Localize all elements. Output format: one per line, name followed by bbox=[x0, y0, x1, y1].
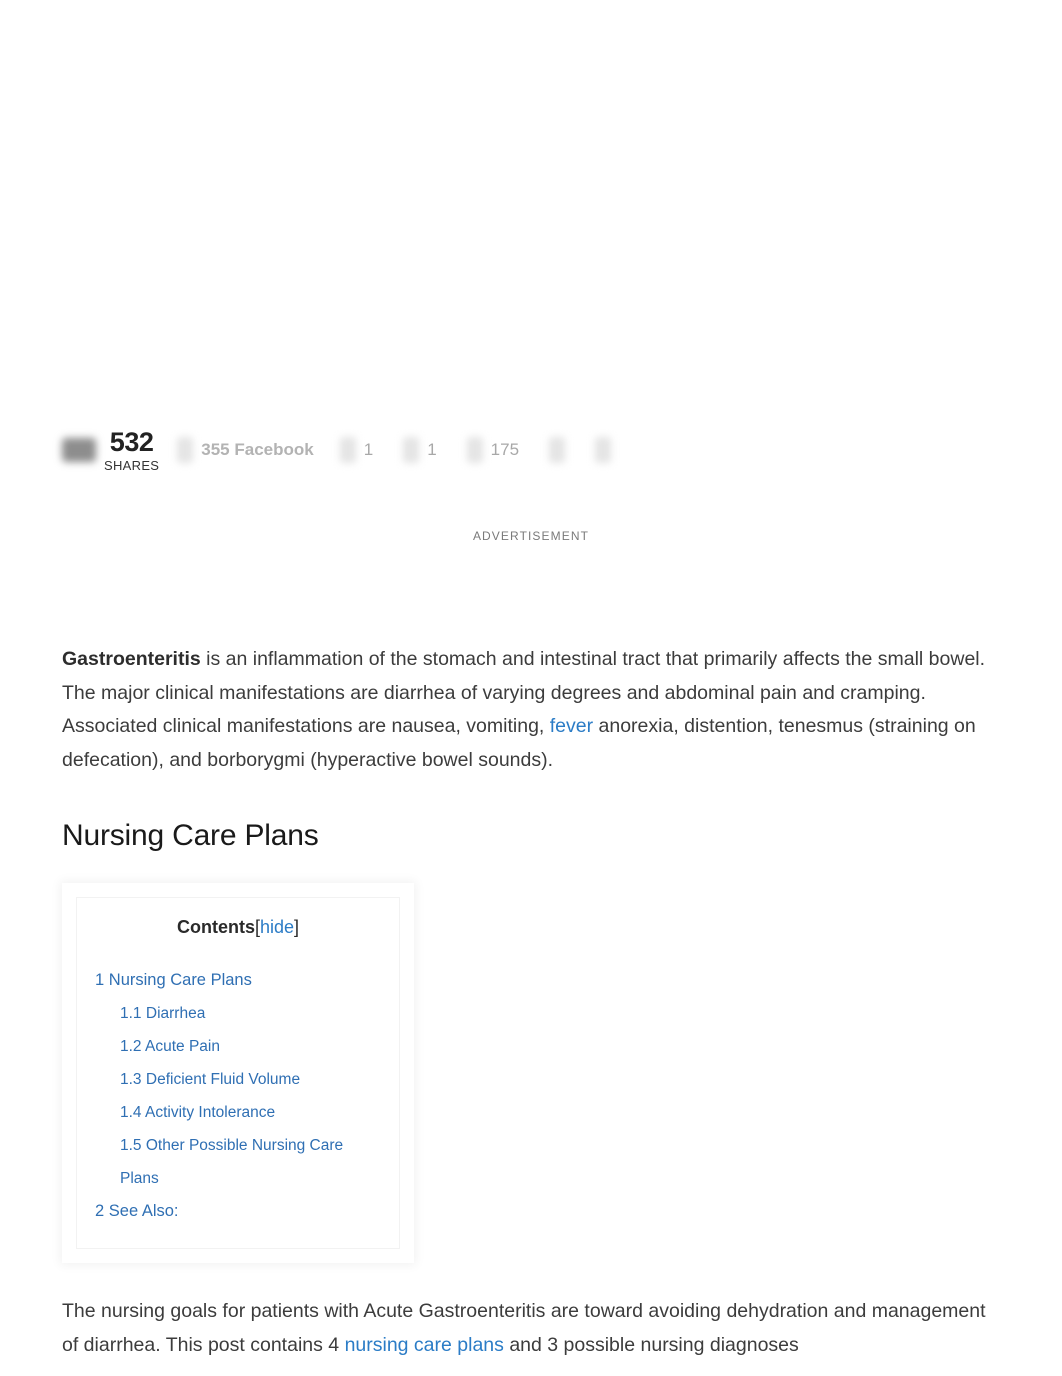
share-count-pinterest: 1 bbox=[427, 440, 437, 459]
share-button-twitter[interactable]: 1 bbox=[339, 437, 399, 463]
article-page: 532 SHARES 355 Facebook 1 1 175 ADVERTIS… bbox=[0, 0, 1062, 1376]
toc-item-1-2[interactable]: 1.2 Acute Pain bbox=[95, 1030, 381, 1063]
toc-label-1-2: Acute Pain bbox=[145, 1038, 220, 1055]
fever-link[interactable]: fever bbox=[550, 715, 593, 737]
share-total-label: SHARES bbox=[104, 457, 160, 473]
pinterest-share-icon bbox=[403, 437, 420, 463]
toc-bracket-close: ] bbox=[294, 917, 300, 937]
goals-text-part2: and 3 possible nursing diagnoses bbox=[503, 1333, 799, 1356]
toc-number-1-1: 1.1 bbox=[120, 1005, 142, 1022]
advertisement-slot: ADVERTISEMENT bbox=[0, 527, 1062, 545]
toc-item-1-1[interactable]: 1.1 Diarrhea bbox=[95, 997, 381, 1030]
top-blank-area bbox=[0, 0, 1062, 418]
intro-lead-term: Gastroenteritis bbox=[62, 648, 201, 670]
social-share-bar: 532 SHARES 355 Facebook 1 1 175 bbox=[0, 418, 1062, 482]
toc-number-1-4: 1.4 bbox=[120, 1104, 142, 1121]
share-total-text: 532 SHARES bbox=[104, 426, 160, 473]
toc-link-1-3[interactable]: 1.3 Deficient Fluid Volume bbox=[120, 1071, 300, 1088]
toc-item-1[interactable]: 1 Nursing Care Plans bbox=[95, 964, 381, 997]
toc-item-1-3[interactable]: 1.3 Deficient Fluid Volume bbox=[95, 1063, 381, 1096]
toc-link-1-5[interactable]: 1.5 Other Possible Nursing Care Plans bbox=[120, 1137, 343, 1187]
more-share-icon bbox=[595, 437, 612, 463]
share-count-facebook: 355 Facebook bbox=[201, 440, 314, 459]
toc-header: Contents[hide] bbox=[95, 917, 381, 938]
toc-item-2[interactable]: 2 See Also: bbox=[95, 1195, 381, 1228]
share-aggregate-icon bbox=[62, 438, 96, 462]
toc-label-1-4: Activity Intolerance bbox=[145, 1104, 276, 1121]
toc-link-1-4[interactable]: 1.4 Activity Intolerance bbox=[120, 1104, 275, 1121]
email-share-icon bbox=[549, 437, 566, 463]
share-button-email[interactable] bbox=[549, 437, 591, 463]
toc-number-1-2: 1.2 bbox=[120, 1038, 142, 1055]
toc-link-1[interactable]: 1 Nursing Care Plans bbox=[95, 971, 252, 989]
share-button-pinterest[interactable]: 1 bbox=[403, 437, 462, 463]
table-of-contents: Contents[hide] 1 Nursing Care Plans 1.1 … bbox=[62, 883, 414, 1263]
share-button-more[interactable] bbox=[595, 437, 637, 463]
share-button-linkedin[interactable]: 175 bbox=[466, 437, 545, 463]
toc-label-1-5: Other Possible Nursing Care Plans bbox=[120, 1137, 344, 1187]
facebook-share-icon bbox=[177, 437, 194, 463]
share-button-facebook[interactable]: 355 Facebook bbox=[177, 437, 335, 463]
toc-link-1-1[interactable]: 1.1 Diarrhea bbox=[120, 1005, 205, 1022]
toc-label-2: See Also: bbox=[108, 1202, 179, 1220]
toc-item-1-4[interactable]: 1.4 Activity Intolerance bbox=[95, 1096, 381, 1129]
toc-link-2[interactable]: 2 See Also: bbox=[95, 1202, 179, 1220]
toc-number-1: 1 bbox=[95, 971, 105, 989]
section-heading-nursing-care-plans: Nursing Care Plans bbox=[62, 819, 319, 852]
share-count-linkedin: 175 bbox=[490, 440, 520, 459]
advertisement-label: ADVERTISEMENT bbox=[472, 529, 590, 543]
toc-list: 1 Nursing Care Plans 1.1 Diarrhea 1.2 Ac… bbox=[95, 964, 381, 1228]
share-total-group: 532 SHARES bbox=[62, 426, 160, 473]
nursing-care-plans-link[interactable]: nursing care plans bbox=[345, 1334, 504, 1356]
toc-label-1-1: Diarrhea bbox=[145, 1005, 206, 1022]
toc-label-1: Nursing Care Plans bbox=[108, 971, 252, 989]
toc-number-1-5: 1.5 bbox=[120, 1137, 142, 1154]
toc-number-1-3: 1.3 bbox=[120, 1071, 142, 1088]
toc-label-1-3: Deficient Fluid Volume bbox=[145, 1071, 301, 1088]
twitter-share-icon bbox=[339, 437, 356, 463]
share-count-twitter: 1 bbox=[363, 440, 374, 459]
toc-toggle-hide-link[interactable]: hide bbox=[260, 917, 294, 937]
toc-item-1-5[interactable]: 1.5 Other Possible Nursing Care Plans bbox=[95, 1129, 381, 1195]
toc-number-2: 2 bbox=[95, 1202, 105, 1220]
article-body: Gastroenteritis is an inflammation of th… bbox=[0, 643, 1062, 1362]
goals-paragraph: The nursing goals for patients with Acut… bbox=[62, 1295, 997, 1362]
intro-paragraph: Gastroenteritis is an inflammation of th… bbox=[62, 643, 997, 777]
toc-link-1-2[interactable]: 1.2 Acute Pain bbox=[120, 1038, 220, 1055]
toc-inner-panel: Contents[hide] 1 Nursing Care Plans 1.1 … bbox=[76, 897, 400, 1249]
linkedin-share-icon bbox=[466, 437, 483, 463]
toc-title-label: Contents bbox=[176, 917, 255, 937]
share-total-count: 532 bbox=[109, 426, 154, 457]
